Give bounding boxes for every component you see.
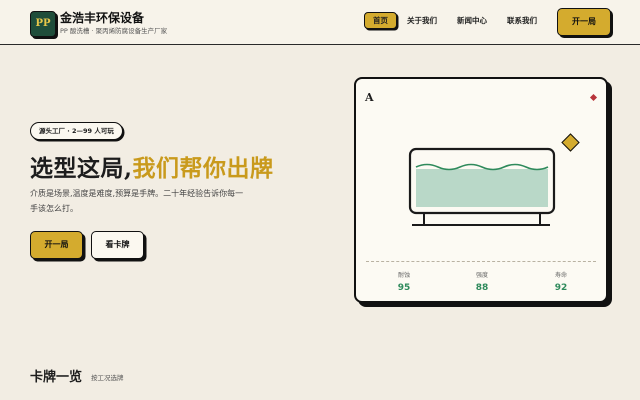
stat-corrosion: 耐蚀 95 [379, 270, 429, 293]
stat-label: 寿命 [554, 272, 567, 279]
nav-news[interactable]: 新闻中心 [453, 12, 491, 30]
section-title: 卡牌一览 [30, 370, 83, 385]
site-header: PP 金浩丰环保设备 PP 酸洗槽 · 聚丙烯防腐设备生产厂家 首页 关于我们 … [0, 0, 640, 45]
header-cta-button[interactable]: 开一局 [557, 8, 611, 36]
start-game-button[interactable]: 开一局 [30, 231, 83, 259]
view-cards-button[interactable]: 看卡牌 [91, 231, 144, 259]
card-corner-letter: A [365, 91, 374, 104]
stat-label: 耐蚀 [397, 272, 410, 279]
brand-name[interactable]: 金浩丰环保设备 [60, 9, 144, 26]
hero-badge: 源头工厂 · 2—99 人可玩 [30, 122, 123, 140]
product-card[interactable]: A 耐蚀 95 强度 88 寿命 92 [354, 77, 608, 303]
stat-label: 强度 [475, 272, 488, 279]
stat-value: 95 [397, 283, 411, 293]
hero-description: 介质是场景,温度是难度,预算是手牌。二十年经验告诉你每一手该怎么打。 [30, 189, 244, 213]
brand-tagline: PP 酸洗槽 · 聚丙烯防腐设备生产厂家 [60, 27, 168, 35]
stat-value: 92 [554, 283, 568, 293]
diamond-icon [561, 133, 580, 152]
nav-contact[interactable]: 联系我们 [503, 12, 541, 30]
section-subtitle: 按工况选牌 [91, 374, 124, 382]
nav-home[interactable]: 首页 [364, 12, 397, 29]
stat-value: 88 [475, 283, 489, 293]
hero-title-highlight: 我们帮你出牌 [132, 155, 274, 182]
hero-title-plain: 选型这局, [30, 155, 133, 182]
hero-title: 选型这局,我们帮你出牌 [30, 149, 274, 183]
red-diamond-icon [589, 93, 598, 102]
stat-lifespan: 寿命 92 [536, 270, 586, 293]
card-divider [366, 261, 596, 262]
tank-illustration-icon [408, 147, 556, 226]
nav-about[interactable]: 关于我们 [403, 12, 441, 30]
stat-strength: 强度 88 [457, 270, 507, 293]
pp-logo-icon[interactable]: PP [30, 11, 56, 37]
